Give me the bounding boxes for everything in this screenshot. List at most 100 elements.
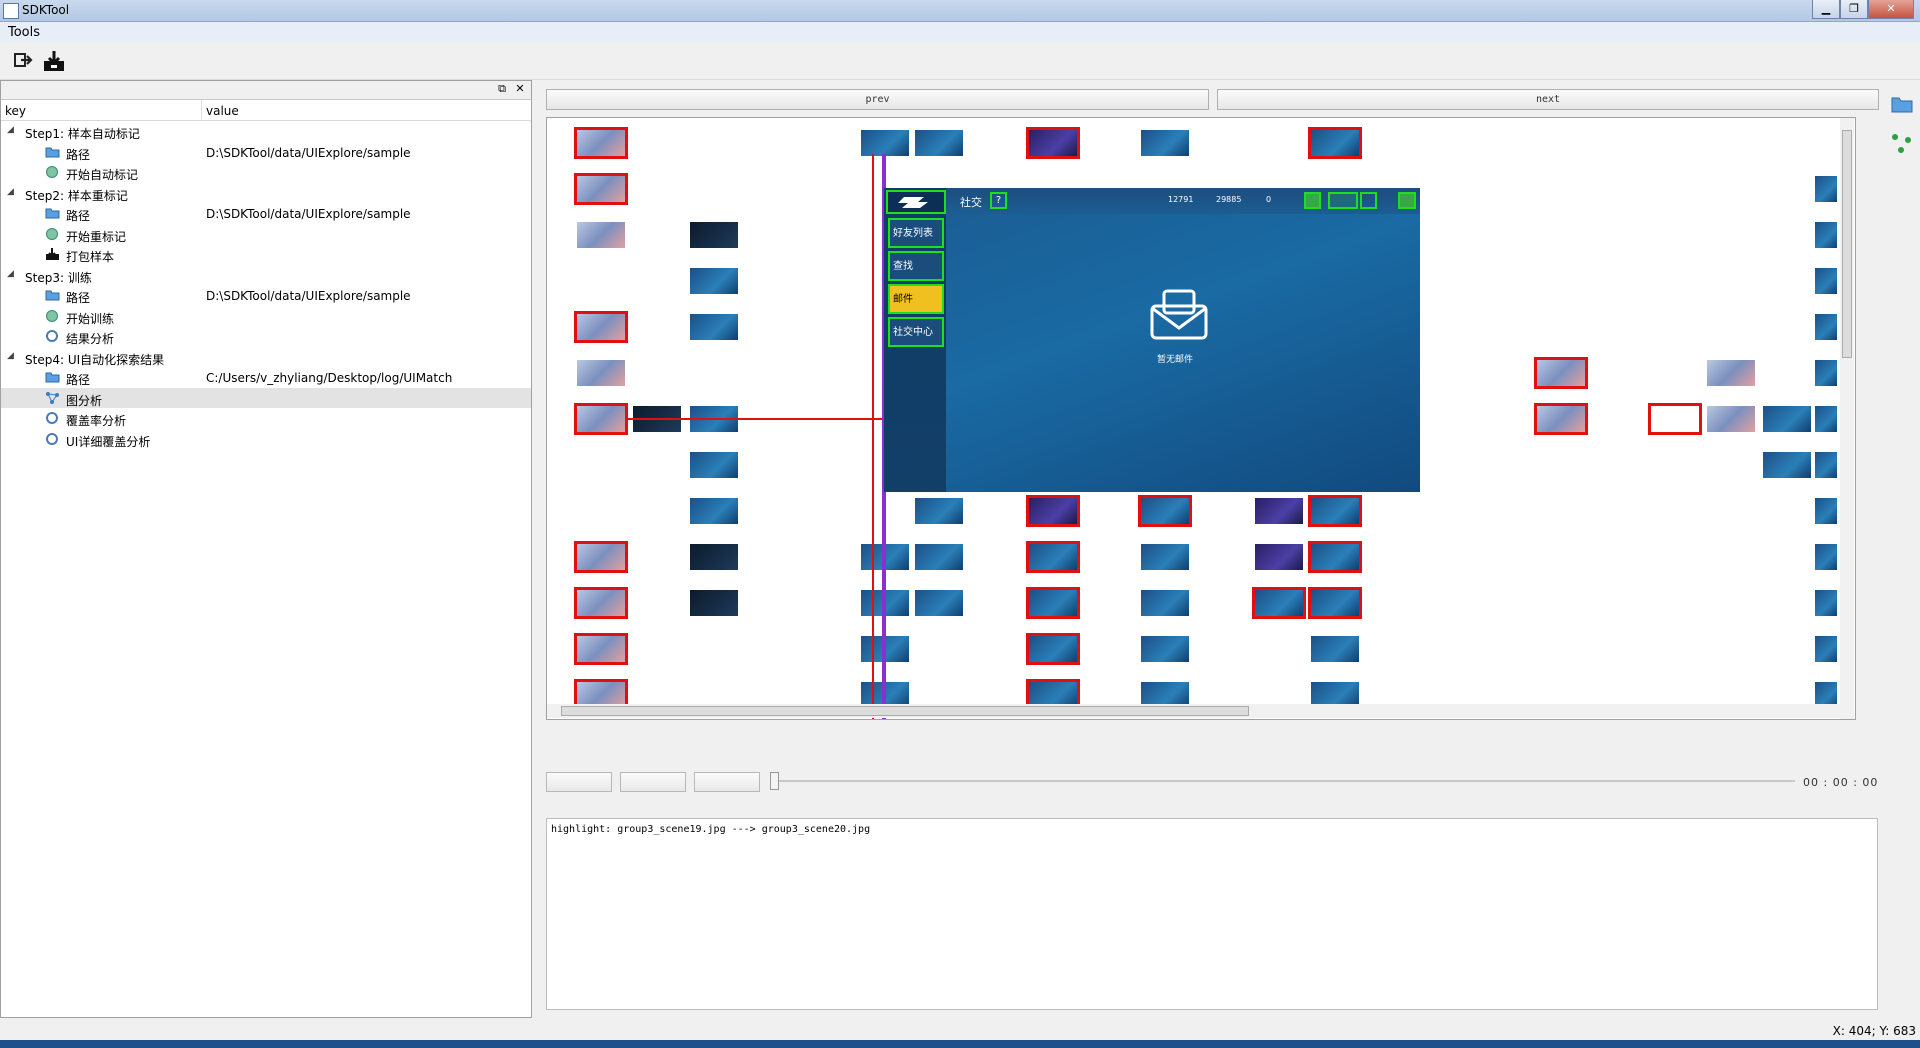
scene-thumbnail[interactable] <box>574 633 628 665</box>
scene-thumbnail[interactable] <box>574 311 628 343</box>
scene-thumbnail[interactable] <box>690 590 738 616</box>
menu-tools[interactable]: Tools <box>8 25 40 40</box>
minimize-button[interactable]: ▁ <box>1812 0 1840 19</box>
horizontal-scrollbar[interactable] <box>547 704 1840 718</box>
scene-thumbnail[interactable] <box>1534 403 1588 435</box>
expand-arrow-icon[interactable]: ◢ <box>7 125 14 135</box>
scene-thumbnail[interactable] <box>1308 587 1362 619</box>
scene-thumbnail[interactable] <box>1308 541 1362 573</box>
float-icon[interactable]: ⧉ <box>495 82 509 96</box>
expand-arrow-icon[interactable]: ◢ <box>7 187 14 197</box>
scene-thumbnail[interactable] <box>1707 360 1755 386</box>
scene-thumbnail[interactable] <box>1255 544 1303 570</box>
scene-thumbnail[interactable] <box>1534 357 1588 389</box>
scene-thumbnail[interactable] <box>690 452 738 478</box>
scene-thumbnail[interactable] <box>915 590 963 616</box>
scene-thumbnail[interactable] <box>1815 314 1837 340</box>
scene-thumbnail[interactable] <box>690 222 738 248</box>
menu-friends-list[interactable]: 好友列表 <box>888 218 944 248</box>
tree-item-start-training[interactable]: 开始训练 <box>1 306 531 327</box>
scene-thumbnail[interactable] <box>690 268 738 294</box>
tree-item-ui-coverage-detail[interactable]: UI详细覆盖分析 <box>1 429 531 450</box>
scene-thumbnail[interactable] <box>1026 633 1080 665</box>
scene-thumbnail[interactable] <box>577 222 625 248</box>
scene-thumbnail[interactable] <box>574 541 628 573</box>
scene-thumbnail[interactable] <box>915 498 963 524</box>
fullscreen-button[interactable] <box>1398 192 1416 209</box>
maximize-button[interactable]: ❐ <box>1840 0 1868 19</box>
add-button[interactable] <box>1304 192 1321 209</box>
tree-item-start-auto-label[interactable]: 开始自动标记 <box>1 162 531 183</box>
scene-thumbnail[interactable] <box>574 403 628 435</box>
timeline-slider[interactable] <box>770 772 779 790</box>
close-dock-icon[interactable]: ✕ <box>513 82 527 96</box>
scene-thumbnail[interactable] <box>690 498 738 524</box>
folder-icon[interactable] <box>1890 94 1914 117</box>
scene-thumbnail[interactable] <box>1141 544 1189 570</box>
tree-item-path[interactable]: 路径 D:\SDKTool/data/UIExplore/sample <box>1 285 531 306</box>
scene-thumbnail[interactable] <box>1255 498 1303 524</box>
scene-thumbnail[interactable] <box>915 130 963 156</box>
scene-thumbnail[interactable] <box>1763 452 1811 478</box>
scene-thumbnail[interactable] <box>1308 127 1362 159</box>
scene-thumbnail[interactable] <box>1252 587 1306 619</box>
menu-search[interactable]: 查找 <box>888 251 944 281</box>
pause-button[interactable] <box>620 772 686 792</box>
scene-thumbnail[interactable] <box>1648 403 1702 435</box>
friends-button[interactable] <box>1328 192 1358 209</box>
scene-thumbnail[interactable] <box>1026 495 1080 527</box>
scene-thumbnail[interactable] <box>1763 406 1811 432</box>
scene-thumbnail[interactable] <box>1815 498 1837 524</box>
menu-social-center[interactable]: 社交中心 <box>888 317 944 347</box>
scene-thumbnail[interactable] <box>1815 406 1837 432</box>
close-button[interactable]: ✕ <box>1868 0 1914 19</box>
download-icon[interactable] <box>42 49 66 71</box>
scene-thumbnail[interactable] <box>915 544 963 570</box>
scene-thumbnail[interactable] <box>1815 452 1837 478</box>
prev-button[interactable]: prev <box>546 89 1209 110</box>
scene-thumbnail[interactable] <box>1141 130 1189 156</box>
timeline-track[interactable] <box>775 780 1795 782</box>
tree-item-coverage-analysis[interactable]: 覆盖率分析 <box>1 408 531 429</box>
scene-thumbnail[interactable] <box>1815 268 1837 294</box>
scene-thumbnail[interactable] <box>1815 176 1837 202</box>
tree-step3[interactable]: ◢ Step3: 训练 <box>1 265 531 286</box>
play-button[interactable] <box>546 772 612 792</box>
scene-thumbnail[interactable] <box>1815 360 1837 386</box>
scene-thumbnail[interactable] <box>861 130 909 156</box>
scene-thumbnail[interactable] <box>1138 495 1192 527</box>
scene-thumbnail[interactable] <box>1815 636 1837 662</box>
tree-item-start-relabel[interactable]: 开始重标记 <box>1 224 531 245</box>
scene-thumbnail[interactable] <box>1707 406 1755 432</box>
scene-thumbnail[interactable] <box>690 314 738 340</box>
tree-item-result-analysis[interactable]: 结果分析 <box>1 326 531 347</box>
vertical-scrollbar[interactable] <box>1840 118 1854 719</box>
tree-item-path[interactable]: 路径 C:/Users/v_zhyliang/Desktop/log/UIMat… <box>1 367 531 388</box>
scene-thumbnail[interactable] <box>1311 636 1359 662</box>
exit-icon[interactable] <box>12 49 36 71</box>
tree-item-pack-samples[interactable]: 打包样本 <box>1 244 531 265</box>
scene-thumbnail[interactable] <box>577 360 625 386</box>
scene-thumbnail[interactable] <box>1026 127 1080 159</box>
expand-arrow-icon[interactable]: ◢ <box>7 269 14 279</box>
scene-thumbnail[interactable] <box>1815 544 1837 570</box>
scene-thumbnail[interactable] <box>1815 590 1837 616</box>
scene-thumbnail[interactable] <box>1141 636 1189 662</box>
tree-item-path[interactable]: 路径 D:\SDKTool/data/UIExplore/sample <box>1 142 531 163</box>
graph-icon[interactable] <box>1890 132 1914 157</box>
scene-thumbnail[interactable] <box>574 587 628 619</box>
scene-thumbnail[interactable] <box>1141 590 1189 616</box>
scene-thumbnail[interactable] <box>574 173 628 205</box>
scene-thumbnail[interactable] <box>1308 495 1362 527</box>
tree-step2[interactable]: ◢ Step2: 样本重标记 <box>1 183 531 204</box>
tree-step1[interactable]: ◢ Step1: 样本自动标记 <box>1 121 531 142</box>
menu-mail[interactable]: 邮件 <box>888 284 944 314</box>
scene-thumbnail[interactable] <box>690 544 738 570</box>
expand-arrow-icon[interactable]: ◢ <box>7 351 14 361</box>
stop-button[interactable] <box>694 772 760 792</box>
back-button[interactable] <box>886 190 946 214</box>
tree-item-path[interactable]: 路径 D:\SDKTool/data/UIExplore/sample <box>1 203 531 224</box>
tree-item-graph-analysis[interactable]: 图分析 <box>1 387 531 408</box>
scene-thumbnail[interactable] <box>1026 541 1080 573</box>
scene-thumbnail[interactable] <box>1026 587 1080 619</box>
